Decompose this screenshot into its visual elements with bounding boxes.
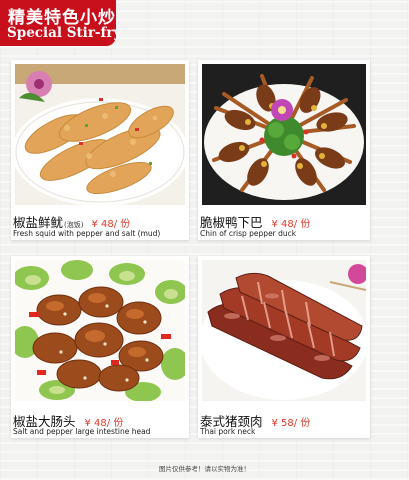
dish-card-intestine[interactable]: 椒盐大肠头 ¥ 48/ 份 Salt and pepper large intes… [11,256,189,438]
dish-card-squid[interactable]: 椒盐鲜鱿(泡饭) ¥ 48/ 份 Fresh squid with pepper … [11,60,189,240]
dish-name-en: Thai pork neck [200,427,256,436]
menu-section-subtitle: Special Stir-fry [7,25,122,41]
pork-intestine-photo [15,260,185,401]
dish-name-en: Salt and pepper large intestine head [13,427,151,436]
dish-name-en: Chin of crisp pepper duck [200,229,297,238]
dish-card-duck-chin[interactable]: 脆椒鸭下巴 ¥ 48/ 份 Chin of crisp pepper duck [198,60,370,240]
image-disclaimer: 图片仅供参考！请以实物为准！ [159,465,250,473]
header-banner: 精美特色小炒 Special Stir-fry [0,0,121,46]
duck-chin-photo [202,64,366,205]
dish-note: (泡饭) [64,221,84,229]
dish-card-pork-neck[interactable]: 泰式猪颈肉 ¥ 58/ 份 Thai pork neck [198,256,370,438]
fried-squid-photo [15,64,185,205]
pork-neck-photo [202,260,366,401]
dish-name-en: Fresh squid with pepper and salt (mud) [13,229,161,238]
dish-name-cn: 椒盐鲜鱿 [13,215,64,230]
dish-price: ¥ 58/ 份 [271,418,311,429]
dish-name-cn: 脆椒鸭下巴 [200,215,263,230]
